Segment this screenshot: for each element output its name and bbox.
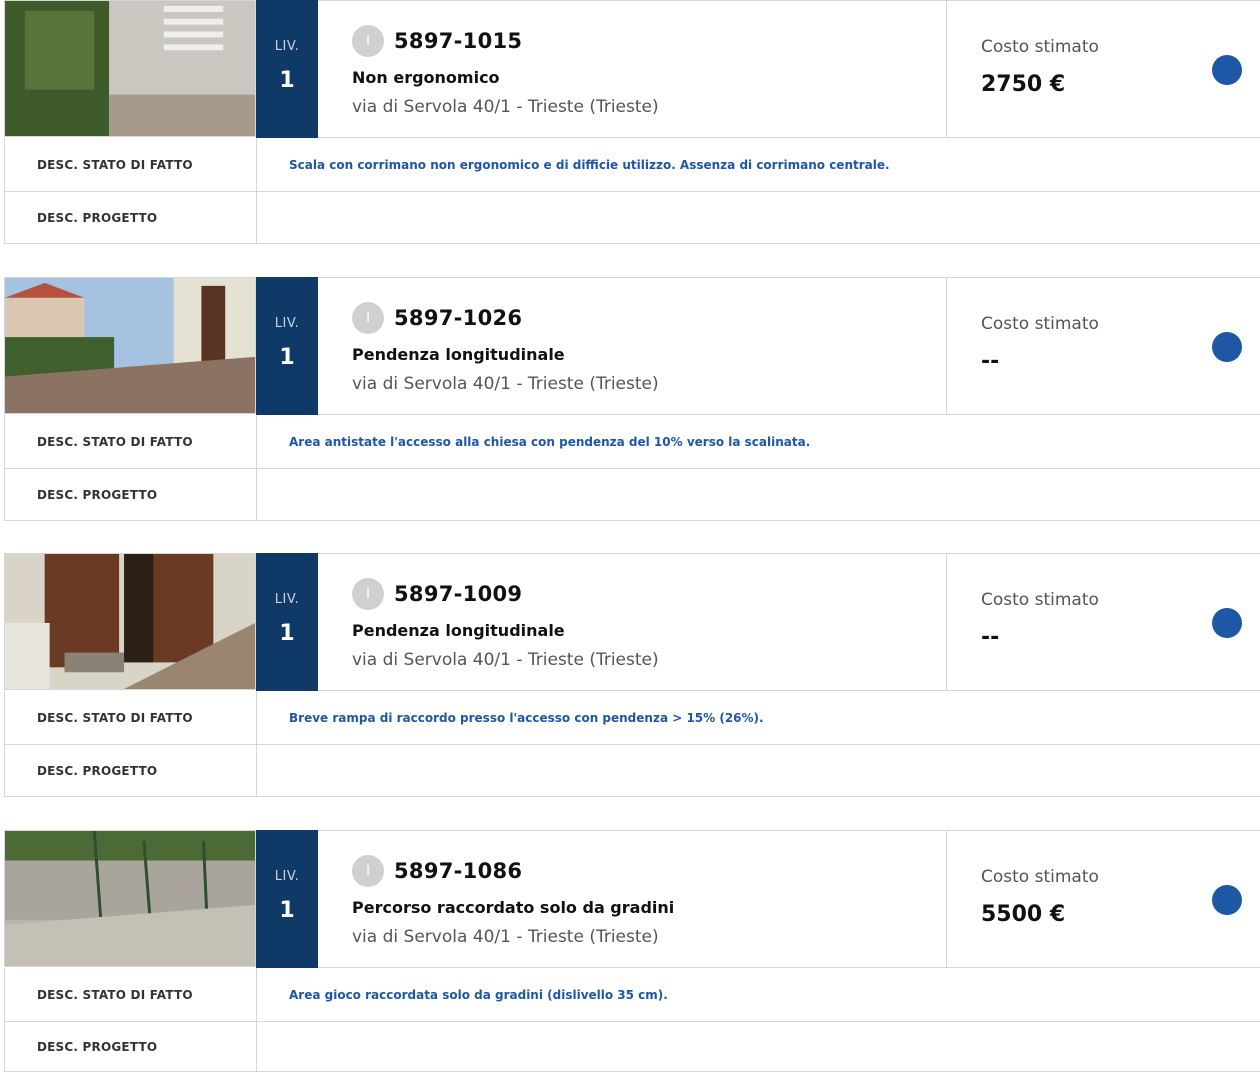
- desc-row: DESC. STATO DI FATTO Area antistate l'ac…: [4, 415, 1260, 469]
- level-box: LIV. 1: [256, 553, 318, 691]
- level-box: LIV. 1: [256, 277, 318, 415]
- item-address: via di Servola 40/1 - Trieste (Trieste): [352, 927, 659, 947]
- desc-row: DESC. STATO DI FATTO Area gioco raccorda…: [4, 968, 1260, 1022]
- project-label: DESC. PROGETTO: [5, 192, 257, 243]
- photo-thumbnail[interactable]: [4, 553, 256, 690]
- photo-thumbnail[interactable]: [4, 0, 256, 137]
- info-panel: I 5897-1009 Pendenza longitudinale via d…: [318, 553, 946, 691]
- item-code[interactable]: 5897-1015: [394, 29, 522, 53]
- desc-value: Area gioco raccordata solo da gradini (d…: [289, 987, 668, 1002]
- photo-thumbnail[interactable]: [4, 830, 256, 967]
- project-row: DESC. PROGETTO: [4, 192, 1260, 244]
- status-dot-icon[interactable]: [1212, 608, 1242, 638]
- info-panel: I 5897-1086 Percorso raccordato solo da …: [318, 830, 946, 968]
- cost-label: Costo stimato: [981, 590, 1099, 610]
- project-label: DESC. PROGETTO: [5, 469, 257, 520]
- category-badge: I: [352, 855, 384, 887]
- category-badge: I: [352, 578, 384, 610]
- status-dot-icon[interactable]: [1212, 55, 1242, 85]
- item-code[interactable]: 5897-1009: [394, 582, 522, 606]
- category-badge: I: [352, 302, 384, 334]
- cost-panel: Costo stimato --: [946, 277, 1260, 415]
- desc-label: DESC. STATO DI FATTO: [5, 415, 257, 468]
- barrier-card[interactable]: LIV. 1 I 5897-1009 Pendenza longitudinal…: [4, 553, 1260, 797]
- status-dot-icon[interactable]: [1212, 885, 1242, 915]
- desc-label: DESC. STATO DI FATTO: [5, 138, 257, 191]
- item-code[interactable]: 5897-1026: [394, 306, 522, 330]
- cost-panel: Costo stimato --: [946, 553, 1260, 691]
- level-value: 1: [279, 68, 295, 93]
- level-value: 1: [279, 621, 295, 646]
- cost-panel: Costo stimato 5500 €: [946, 830, 1260, 968]
- cost-value: 2750 €: [981, 72, 1066, 97]
- barrier-card[interactable]: LIV. 1 I 5897-1026 Pendenza longitudinal…: [4, 277, 1260, 521]
- desc-value: Breve rampa di raccordo presso l'accesso…: [289, 710, 764, 725]
- item-address: via di Servola 40/1 - Trieste (Trieste): [352, 650, 659, 670]
- project-label: DESC. PROGETTO: [5, 745, 257, 796]
- photo-thumbnail[interactable]: [4, 277, 256, 414]
- level-label: LIV.: [274, 316, 300, 331]
- level-box: LIV. 1: [256, 0, 318, 138]
- level-value: 1: [279, 898, 295, 923]
- level-label: LIV.: [274, 869, 300, 884]
- cost-value: 5500 €: [981, 902, 1066, 927]
- cost-value: --: [981, 625, 1000, 650]
- cost-label: Costo stimato: [981, 37, 1099, 57]
- desc-value: Scala con corrimano non ergonomico e di …: [289, 157, 890, 172]
- item-title: Pendenza longitudinale: [352, 621, 565, 640]
- status-dot-icon[interactable]: [1212, 332, 1242, 362]
- desc-value: Area antistate l'accesso alla chiesa con…: [289, 434, 811, 449]
- cost-label: Costo stimato: [981, 867, 1099, 887]
- info-panel: I 5897-1026 Pendenza longitudinale via d…: [318, 277, 946, 415]
- item-title: Pendenza longitudinale: [352, 345, 565, 364]
- level-box: LIV. 1: [256, 830, 318, 968]
- desc-row: DESC. STATO DI FATTO Breve rampa di racc…: [4, 691, 1260, 745]
- info-panel: I 5897-1015 Non ergonomico via di Servol…: [318, 0, 946, 138]
- desc-label: DESC. STATO DI FATTO: [5, 691, 257, 744]
- project-row: DESC. PROGETTO: [4, 469, 1260, 521]
- level-label: LIV.: [274, 592, 300, 607]
- project-label: DESC. PROGETTO: [5, 1022, 257, 1071]
- category-badge: I: [352, 25, 384, 57]
- project-row: DESC. PROGETTO: [4, 1022, 1260, 1072]
- desc-label: DESC. STATO DI FATTO: [5, 968, 257, 1021]
- cost-label: Costo stimato: [981, 314, 1099, 334]
- item-address: via di Servola 40/1 - Trieste (Trieste): [352, 97, 659, 117]
- item-code[interactable]: 5897-1086: [394, 859, 522, 883]
- item-address: via di Servola 40/1 - Trieste (Trieste): [352, 374, 659, 394]
- level-label: LIV.: [274, 39, 300, 54]
- item-title: Percorso raccordato solo da gradini: [352, 898, 675, 917]
- project-row: DESC. PROGETTO: [4, 745, 1260, 797]
- cost-value: --: [981, 349, 1000, 374]
- desc-row: DESC. STATO DI FATTO Scala con corrimano…: [4, 138, 1260, 192]
- barrier-card[interactable]: LIV. 1 I 5897-1015 Non ergonomico via di…: [4, 0, 1260, 244]
- barrier-card[interactable]: LIV. 1 I 5897-1086 Percorso raccordato s…: [4, 830, 1260, 1074]
- level-value: 1: [279, 345, 295, 370]
- item-title: Non ergonomico: [352, 68, 500, 87]
- cost-panel: Costo stimato 2750 €: [946, 0, 1260, 138]
